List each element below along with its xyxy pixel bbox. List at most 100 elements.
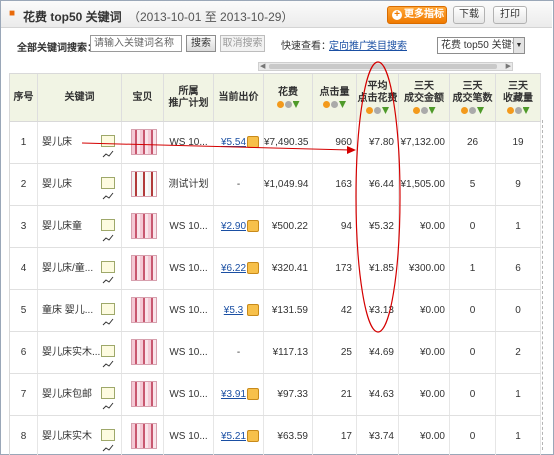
- cost-cell: ¥7,490.35: [264, 122, 313, 163]
- cancel-search-button[interactable]: 取消搜索: [220, 35, 265, 52]
- item-cell: [122, 374, 164, 415]
- bid-link[interactable]: ¥6.22: [221, 263, 246, 274]
- trend-chart-icon[interactable]: [101, 345, 115, 368]
- gmv3-cell: ¥300.00: [399, 248, 450, 289]
- more-metrics-button[interactable]: + 更多指标: [387, 6, 447, 24]
- col-orders3-line2: 成交笔数: [452, 93, 493, 104]
- sort-desc-icon[interactable]: [292, 101, 300, 108]
- sort-controls[interactable]: [506, 107, 530, 114]
- bid-link[interactable]: ¥5.54: [221, 137, 246, 148]
- sort-desc-icon[interactable]: [428, 107, 436, 114]
- remove-icon[interactable]: [374, 107, 381, 114]
- table-row[interactable]: 5 童床 婴儿... WS 10... ¥5.3 ¥131.59 42 ¥3.13 ¥0.00…: [10, 290, 541, 332]
- product-thumbnail[interactable]: [131, 423, 157, 449]
- bid-link[interactable]: ¥3.91: [221, 389, 246, 400]
- bid-link[interactable]: ¥2.90: [221, 221, 246, 232]
- table-row[interactable]: 1 婴儿床 WS 10... ¥5.54 ¥7,490.35 960 ¥7.80 ¥7,132…: [10, 122, 541, 164]
- title-bar: ■ 花费 top50 关键词 （2013-10-01 至 2013-10-29）…: [1, 1, 552, 28]
- col-gmv3[interactable]: 三天 成交金额: [399, 74, 450, 121]
- col-orders3[interactable]: 三天 成交笔数: [450, 74, 496, 121]
- table-row[interactable]: 3 婴儿床童 WS 10... ¥2.90 ¥500.22 94 ¥5.32 ¥0.00 0 1: [10, 206, 541, 248]
- col-cost[interactable]: 花费: [264, 74, 313, 121]
- edit-bid-icon[interactable]: [247, 430, 259, 442]
- sort-controls[interactable]: [366, 107, 389, 114]
- help-icon[interactable]: [276, 101, 284, 108]
- sort-desc-icon[interactable]: [382, 107, 389, 114]
- table-row[interactable]: 2 婴儿床 测试计划 - ¥1,049.94 163 ¥6.44 ¥1,505.00 5 9: [10, 164, 541, 206]
- avg-cpc-cell: ¥7.80: [357, 122, 399, 163]
- product-thumbnail[interactable]: [131, 297, 157, 323]
- item-cell: [122, 164, 164, 205]
- sort-desc-icon[interactable]: [522, 107, 530, 114]
- remove-icon[interactable]: [420, 107, 428, 114]
- table-row[interactable]: 7 婴儿床包邮 WS 10... ¥3.91 ¥97.33 21 ¥4.63 ¥0.00 0 1: [10, 374, 541, 416]
- edit-bid-icon[interactable]: [247, 136, 259, 148]
- sort-controls[interactable]: [461, 107, 484, 114]
- product-thumbnail[interactable]: [131, 129, 157, 155]
- help-icon[interactable]: [323, 101, 330, 108]
- col-avg-cpc[interactable]: 平均 点击花费: [357, 74, 399, 121]
- remove-icon[interactable]: [284, 101, 292, 108]
- scroll-right-icon[interactable]: ▶: [506, 62, 511, 71]
- col-avg-cpc-line2: 点击花费: [357, 93, 398, 104]
- sort-controls[interactable]: [323, 101, 346, 108]
- bid-link[interactable]: ¥5.21: [221, 431, 246, 442]
- keyword-search-input[interactable]: 请输入关键词名称: [90, 35, 182, 52]
- row-index: 1: [10, 122, 38, 163]
- scroll-left-icon[interactable]: ◀: [260, 62, 265, 71]
- col-clicks[interactable]: 点击量: [313, 74, 357, 121]
- remove-icon[interactable]: [469, 107, 476, 114]
- quick-link-targeted[interactable]: 定向推广: [329, 37, 369, 52]
- keyword-cell: 婴儿床: [38, 164, 122, 205]
- clicks-cell: 960: [313, 122, 357, 163]
- scroll-thumb[interactable]: [269, 64, 497, 69]
- keyword-text: 婴儿床童: [42, 221, 82, 232]
- print-button[interactable]: 打印: [493, 6, 527, 24]
- trend-chart-icon[interactable]: [101, 387, 115, 410]
- product-thumbnail[interactable]: [131, 171, 157, 197]
- cost-cell: ¥1,049.94: [264, 164, 313, 205]
- trend-chart-icon[interactable]: [101, 219, 115, 242]
- search-bar: 全部关键词搜索： 请输入关键词名称 搜索 取消搜索 快速查看： 定向推广 类目搜…: [1, 29, 552, 59]
- keyword-text: 婴儿床实木...: [42, 347, 101, 358]
- bid-link[interactable]: ¥5.3: [224, 305, 243, 316]
- table-row[interactable]: 8 婴儿床实木 WS 10... ¥5.21 ¥63.59 17 ¥3.74 ¥0.00 0 1: [10, 416, 541, 455]
- bid-value: -: [236, 347, 241, 358]
- trend-chart-icon[interactable]: [101, 303, 115, 326]
- report-type-value: 花费 top50 关键词: [441, 40, 522, 51]
- col-fav3[interactable]: 三天 收藏量: [496, 74, 541, 121]
- table-row[interactable]: 6 婴儿床实木... WS 10... - ¥117.13 25 ¥4.69 ¥0.00 0 2: [10, 332, 541, 374]
- quick-link-category[interactable]: 类目搜索: [367, 37, 407, 52]
- edit-bid-icon[interactable]: [247, 262, 259, 274]
- product-thumbnail[interactable]: [131, 213, 157, 239]
- help-icon[interactable]: [412, 107, 420, 114]
- product-thumbnail[interactable]: [131, 339, 157, 365]
- product-thumbnail[interactable]: [131, 255, 157, 281]
- search-button[interactable]: 搜索: [186, 35, 216, 52]
- sort-desc-icon[interactable]: [339, 101, 346, 108]
- edit-bid-icon[interactable]: [247, 220, 259, 232]
- sort-controls[interactable]: [412, 107, 436, 114]
- sort-desc-icon[interactable]: [477, 107, 484, 114]
- trend-chart-icon[interactable]: [101, 429, 115, 452]
- trend-chart-icon[interactable]: [101, 261, 115, 284]
- help-icon[interactable]: [366, 107, 373, 114]
- table-row[interactable]: 4 婴儿床/童... WS 10... ¥6.22 ¥320.41 173 ¥1.85 ¥30…: [10, 248, 541, 290]
- edit-bid-icon[interactable]: [247, 388, 259, 400]
- sort-controls[interactable]: [276, 101, 300, 108]
- trend-chart-icon[interactable]: [101, 135, 115, 158]
- product-thumbnail[interactable]: [131, 381, 157, 407]
- fav3-cell: 9: [496, 164, 541, 205]
- horizontal-scrollbar[interactable]: ◀ ▶: [258, 62, 513, 71]
- row-index: 8: [10, 416, 38, 455]
- download-button[interactable]: 下载: [453, 6, 485, 24]
- trend-chart-icon[interactable]: [101, 177, 115, 200]
- remove-icon[interactable]: [331, 101, 338, 108]
- help-icon[interactable]: [461, 107, 468, 114]
- remove-icon[interactable]: [514, 107, 522, 114]
- vertical-scroll-divider: [542, 120, 551, 450]
- help-icon[interactable]: [506, 107, 514, 114]
- report-type-select[interactable]: 花费 top50 关键词 ▼: [437, 37, 525, 54]
- plan-cell: 测试计划: [164, 164, 214, 205]
- edit-bid-icon[interactable]: [247, 304, 259, 316]
